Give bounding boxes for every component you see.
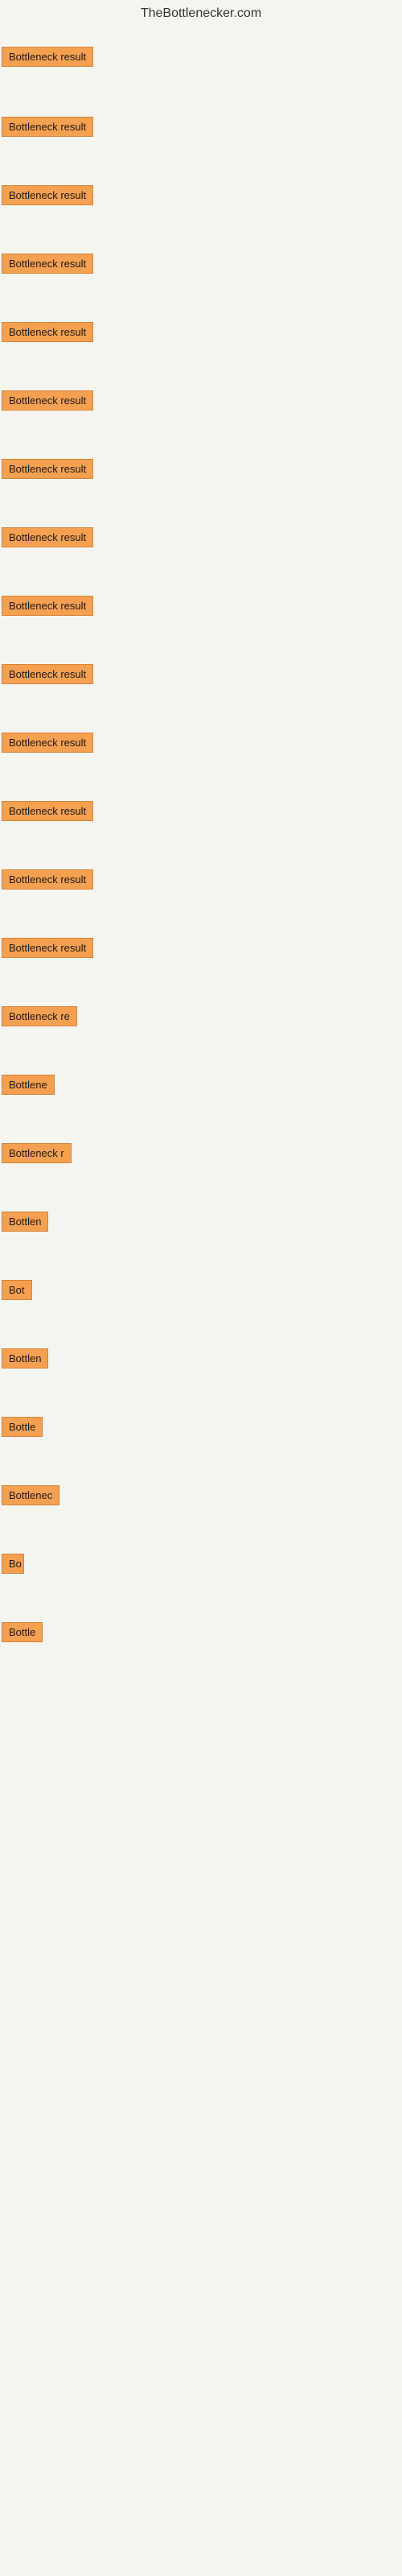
bottleneck-item: Bottleneck result [2,459,93,483]
bottleneck-item: Bottlene [2,1075,55,1099]
bottleneck-label: Bottlene [2,1075,55,1095]
bottleneck-item: Bo [2,1554,24,1578]
bottleneck-label: Bottleneck result [2,596,93,616]
bottleneck-item: Bottleneck result [2,117,93,141]
bottleneck-label: Bottle [2,1417,43,1437]
bottleneck-label: Bottleneck result [2,801,93,821]
bottleneck-item: Bottleneck r [2,1143,72,1167]
bottleneck-item: Bottleneck result [2,47,93,71]
bottleneck-item: Bottlenec [2,1485,59,1509]
bottleneck-item: Bottleneck result [2,322,93,346]
bottleneck-item: Bottleneck result [2,527,93,551]
bottleneck-item: Bottleneck re [2,1006,77,1030]
site-title: TheBottlenecker.com [0,0,402,24]
bottleneck-item: Bottleneck result [2,254,93,278]
bottleneck-label: Bottlen [2,1348,48,1368]
bottleneck-item: Bottlen [2,1212,48,1236]
bottleneck-label: Bottleneck result [2,459,93,479]
bottleneck-item: Bottleneck result [2,664,93,688]
bottleneck-label: Bottleneck result [2,390,93,411]
bottleneck-item: Bottleneck result [2,596,93,620]
bottleneck-item: Bot [2,1280,32,1304]
bottleneck-item: Bottlen [2,1348,48,1373]
bottleneck-label: Bottlenec [2,1485,59,1505]
bottleneck-label: Bottleneck result [2,527,93,547]
bottleneck-label: Bottleneck result [2,664,93,684]
bottleneck-label: Bottleneck result [2,322,93,342]
bottleneck-item: Bottleneck result [2,869,93,894]
bottleneck-label: Bot [2,1280,32,1300]
bottleneck-item: Bottleneck result [2,938,93,962]
bottleneck-item: Bottleneck result [2,733,93,757]
bottleneck-label: Bottleneck result [2,185,93,205]
bottleneck-label: Bottleneck result [2,117,93,137]
bottleneck-item: Bottleneck result [2,801,93,825]
bottleneck-item: Bottleneck result [2,185,93,209]
bottleneck-label: Bottle [2,1622,43,1642]
bottleneck-label: Bottleneck result [2,254,93,274]
bottleneck-item: Bottleneck result [2,390,93,415]
bottleneck-label: Bottleneck r [2,1143,72,1163]
bottleneck-label: Bottleneck result [2,47,93,67]
bottleneck-label: Bottleneck result [2,938,93,958]
bottleneck-item: Bottle [2,1417,43,1441]
bottleneck-item: Bottle [2,1622,43,1646]
bottleneck-label: Bo [2,1554,24,1574]
bottleneck-label: Bottlen [2,1212,48,1232]
bottleneck-label: Bottleneck re [2,1006,77,1026]
bottleneck-label: Bottleneck result [2,733,93,753]
bottleneck-label: Bottleneck result [2,869,93,890]
